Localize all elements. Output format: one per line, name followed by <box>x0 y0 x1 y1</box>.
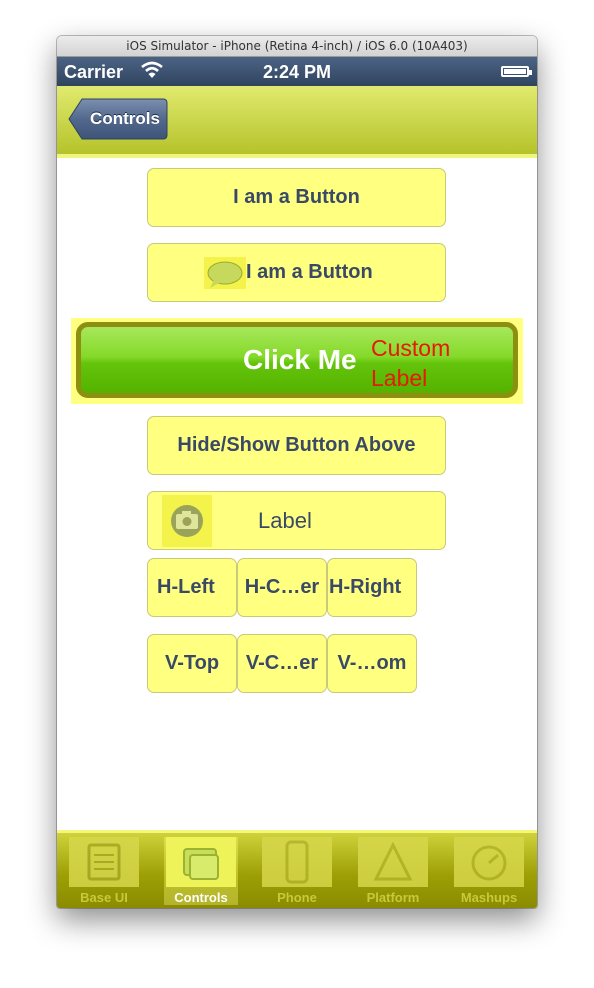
tab-phone-label: Phone <box>277 890 317 905</box>
platform-icon <box>358 837 428 887</box>
h-left-button[interactable]: H-Left <box>147 558 237 617</box>
i-am-a-button-with-icon[interactable]: I am a Button <box>147 243 446 302</box>
hide-show-button[interactable]: Hide/Show Button Above <box>147 416 446 475</box>
v-center-label: V-C…er <box>245 652 319 674</box>
tab-base-ui-label: Base UI <box>80 890 128 905</box>
mashups-icon <box>454 837 524 887</box>
h-left-label: H-Left <box>157 576 215 598</box>
custom-label: Custom Label <box>371 335 451 391</box>
v-bottom-label: V-…om <box>337 652 407 674</box>
click-me-button[interactable]: Click Me Custom Label <box>76 322 518 398</box>
battery-icon <box>501 66 532 77</box>
camera-button-label: Label <box>258 508 312 533</box>
h-center-button[interactable]: H-C…er <box>237 558 327 617</box>
tab-controls-label: Controls <box>174 890 228 905</box>
controls-content: I am a Button I am a Button Click Me Cus… <box>57 158 537 830</box>
back-button[interactable]: Controls <box>68 98 168 140</box>
click-me-label: Click Me <box>243 344 357 375</box>
v-top-button[interactable]: V-Top <box>147 634 237 693</box>
v-bottom-button[interactable]: V-…om <box>327 634 417 693</box>
tab-mashups-label: Mashups <box>460 890 518 905</box>
v-top-label: V-Top <box>164 652 220 674</box>
phone-icon <box>262 837 332 887</box>
controls-icon <box>166 837 236 887</box>
simulator-window: iOS Simulator - iPhone (Retina 4-inch) /… <box>57 36 537 908</box>
h-right-label: H-Right <box>329 576 402 598</box>
camera-label-button[interactable]: Label <box>147 491 446 550</box>
camera-icon <box>162 495 212 547</box>
tab-base-ui[interactable]: Base UI <box>67 837 141 905</box>
base-ui-icon <box>69 837 139 887</box>
tab-phone[interactable]: Phone <box>260 837 334 905</box>
button2-label: I am a Button <box>246 261 373 283</box>
tab-platform-label: Platform <box>366 890 420 905</box>
window-title: iOS Simulator - iPhone (Retina 4-inch) /… <box>57 36 537 57</box>
speech-bubble-icon <box>204 257 246 289</box>
status-time: 2:24 PM <box>262 62 332 82</box>
status-bar: Carrier 2:24 PM <box>57 57 537 86</box>
tab-controls[interactable]: Controls <box>164 837 238 905</box>
tab-platform[interactable]: Platform <box>356 837 430 905</box>
tab-bar: Base UI Controls Phone Platform Mashups <box>57 830 537 908</box>
v-center-button[interactable]: V-C…er <box>237 634 327 693</box>
i-am-a-button[interactable]: I am a Button <box>147 168 446 227</box>
h-center-label: H-C…er <box>244 576 320 598</box>
click-me-container: Click Me Custom Label <box>71 318 523 404</box>
h-right-button[interactable]: H-Right <box>327 558 417 617</box>
tab-mashups[interactable]: Mashups <box>452 837 526 905</box>
back-button-label: Controls <box>90 109 160 128</box>
navigation-bar: Controls <box>57 86 537 158</box>
